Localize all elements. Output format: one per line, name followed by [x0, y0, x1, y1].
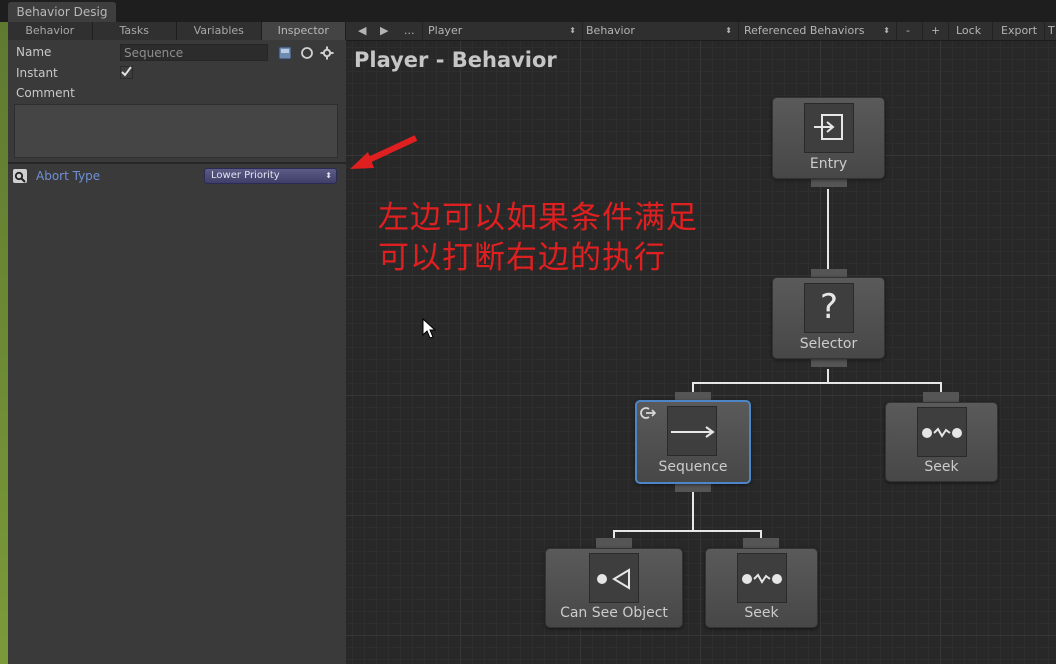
tab-tasks[interactable]: Tasks — [92, 22, 177, 40]
node-seek-right[interactable]: Seek — [885, 402, 998, 482]
seek-bottom-input-port[interactable] — [743, 538, 779, 548]
toolbar-separator — [582, 22, 583, 40]
can-see-object-icon — [589, 553, 639, 603]
toolbar-separator — [738, 22, 739, 40]
dropdown-arrow-icon: ⬍ — [569, 26, 576, 35]
export-button[interactable]: Export — [1001, 22, 1037, 40]
red-arrow-icon — [346, 134, 422, 178]
behavior-dropdown[interactable]: Behavior ⬍ — [586, 22, 736, 40]
node-can-see-object-label: Can See Object — [560, 605, 668, 621]
abort-type-dropdown[interactable]: Lower Priority ⬍ — [204, 168, 337, 184]
node-seek-right-label: Seek — [924, 459, 959, 475]
seek-icon — [737, 553, 787, 603]
seek-right-input-port[interactable] — [923, 392, 959, 402]
toolbar-separator — [1044, 22, 1045, 40]
node-entry[interactable]: Entry — [772, 97, 885, 179]
toolbar-separator — [422, 22, 423, 40]
name-field[interactable]: Sequence — [120, 44, 268, 61]
comment-textarea[interactable] — [14, 104, 338, 158]
more-button[interactable]: ... — [404, 22, 415, 40]
add-behavior-button[interactable]: + — [931, 22, 940, 40]
dropdown-arrow-icon: ⬍ — [883, 26, 890, 35]
connection-entry-selector — [827, 189, 829, 269]
object-dropdown-value: Player — [428, 24, 463, 37]
node-entry-label: Entry — [809, 156, 848, 172]
referenced-behaviors-dropdown[interactable]: Referenced Behaviors ⬍ — [744, 22, 894, 40]
scene-edge — [0, 22, 8, 664]
connection-sequence-branch — [613, 530, 762, 532]
gear-icon[interactable] — [320, 45, 334, 60]
name-label: Name — [16, 45, 52, 59]
toolbar-separator — [992, 22, 993, 40]
tab-inspector[interactable]: Inspector — [261, 22, 346, 40]
toolbar-separator — [922, 22, 923, 40]
overflow-button[interactable]: T — [1048, 22, 1055, 40]
window-tab-behavior-designer[interactable]: Behavior Desig — [8, 2, 116, 22]
node-seek-bottom-label: Seek — [744, 605, 779, 621]
toolbar-separator — [948, 22, 949, 40]
connection-selector-branch — [692, 382, 942, 384]
conditional-abort-icon — [640, 405, 658, 424]
graph-canvas[interactable] — [346, 41, 1056, 664]
annotation-line-2: 可以打断右边的执行 — [378, 240, 666, 276]
abort-type-label: Abort Type — [36, 169, 101, 183]
tab-behavior[interactable]: Behavior — [8, 22, 93, 40]
next-button[interactable]: ▶ — [380, 22, 388, 40]
question-mark-icon: ? — [804, 283, 854, 333]
panel-tabs: Behavior Tasks Variables Inspector — [8, 22, 346, 40]
node-seek-bottom[interactable]: Seek — [705, 548, 818, 628]
behavior-dropdown-value: Behavior — [586, 24, 635, 37]
remove-behavior-button[interactable]: - — [906, 22, 910, 40]
prev-button[interactable]: ◀ — [358, 22, 366, 40]
seek-icon — [917, 407, 967, 457]
magnifier-icon[interactable] — [13, 169, 27, 183]
mouse-cursor-icon — [422, 317, 437, 344]
tab-variables[interactable]: Variables — [177, 22, 262, 40]
dropdown-arrow-icon: ⬍ — [325, 171, 332, 180]
abort-type-value: Lower Priority — [211, 170, 280, 181]
left-panel: Behavior Tasks Variables Inspector Name … — [8, 22, 346, 664]
node-can-see-object[interactable]: Can See Object — [545, 548, 683, 628]
graph-toolbar: ◀ ▶ ... Player ⬍ Behavior ⬍ Referenced B… — [346, 22, 1056, 41]
sequence-arrow-icon — [667, 406, 717, 456]
connection-sequence-down — [692, 492, 694, 530]
instant-checkbox[interactable] — [120, 66, 133, 79]
toolbar-separator — [896, 22, 897, 40]
node-sequence-label: Sequence — [658, 459, 728, 475]
script-icon[interactable] — [278, 45, 292, 60]
referenced-behaviors-value: Referenced Behaviors — [744, 24, 865, 37]
comment-label: Comment — [16, 86, 75, 100]
node-selector-label: Selector — [799, 336, 858, 352]
connection-selector-down — [827, 369, 829, 383]
panel-divider — [8, 162, 346, 164]
instant-label: Instant — [16, 66, 58, 80]
object-dropdown[interactable]: Player ⬍ — [428, 22, 580, 40]
node-selector[interactable]: ? Selector — [772, 277, 885, 359]
breakpoint-icon[interactable] — [300, 45, 314, 59]
can-see-input-port[interactable] — [596, 538, 632, 548]
annotation-text: 左边可以如果条件满足 可以打断右边的执行 — [378, 198, 698, 278]
node-sequence[interactable]: Sequence — [635, 400, 751, 484]
lock-button[interactable]: Lock — [956, 22, 981, 40]
window-tab-strip: Behavior Desig — [0, 0, 1056, 22]
annotation-line-1: 左边可以如果条件满足 — [378, 200, 698, 236]
dropdown-arrow-icon: ⬍ — [725, 26, 732, 35]
entry-icon — [804, 103, 854, 153]
graph-title: Player - Behavior — [354, 48, 557, 72]
